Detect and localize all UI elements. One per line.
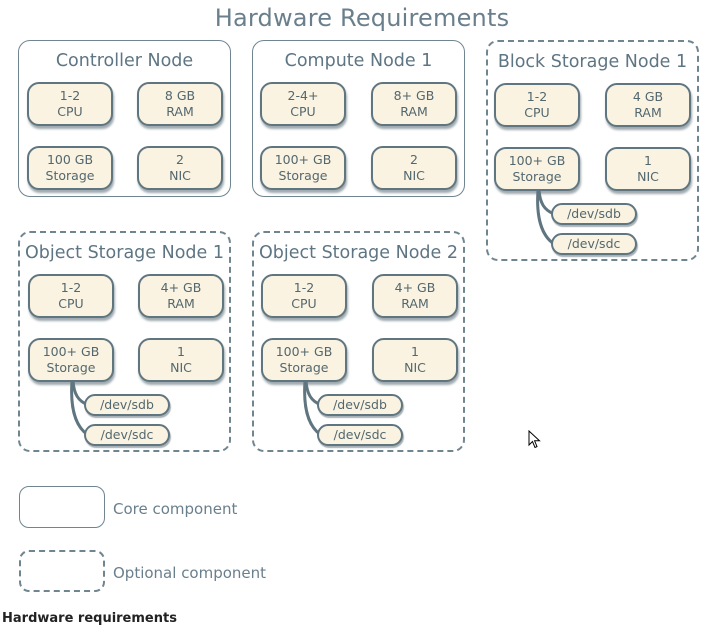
ram-component: 8 GB RAM: [137, 82, 223, 126]
node-title: Object Storage Node 2: [259, 243, 458, 263]
legend-core-swatch: [19, 486, 105, 528]
block-storage-node-1: Block Storage Node 1 1-2 CPU 4 GB RAM 100+…: [486, 40, 699, 261]
nic-component: 1 NIC: [605, 147, 691, 191]
disk-sdc: /dev/sdc: [317, 424, 403, 446]
cpu-component: 1-2 CPU: [494, 83, 580, 127]
object-storage-node-2: Object Storage Node 2 1-2 CPU 4+ GB RAM 10…: [252, 231, 465, 452]
object-storage-node-1: Object Storage Node 1 1-2 CPU 4+ GB RAM 10…: [18, 231, 231, 452]
cpu-component: 1-2 CPU: [27, 82, 113, 126]
storage-component: 100+ GB Storage: [28, 338, 114, 382]
disk-sdc: /dev/sdc: [84, 424, 170, 446]
storage-component: 100+ GB Storage: [260, 146, 346, 190]
nic-component: 1 NIC: [372, 338, 458, 382]
nic-component: 1 NIC: [138, 338, 224, 382]
cpu-component: 1-2 CPU: [28, 274, 114, 318]
storage-component: 100+ GB Storage: [494, 147, 580, 191]
ram-component: 4+ GB RAM: [372, 274, 458, 318]
node-title: Compute Node 1: [284, 51, 433, 71]
ram-component: 8+ GB RAM: [371, 82, 457, 126]
node-title: Block Storage Node 1: [497, 52, 688, 72]
figure-caption: Hardware requirements: [2, 611, 177, 626]
diagram-title: Hardware Requirements: [214, 4, 510, 32]
nic-component: 2 NIC: [371, 146, 457, 190]
disk-sdb: /dev/sdb: [84, 394, 170, 416]
ram-component: 4 GB RAM: [605, 83, 691, 127]
controller-node: Controller Node 1-2 CPU 8 GB RAM 100 GB Sto…: [18, 40, 231, 197]
cpu-component: 1-2 CPU: [261, 274, 347, 318]
disk-sdb: /dev/sdb: [551, 203, 637, 225]
node-title: Controller Node: [55, 51, 194, 71]
mouse-cursor-icon: [528, 430, 541, 449]
disk-sdb: /dev/sdb: [317, 394, 403, 416]
legend-optional-label: Optional component: [113, 564, 267, 582]
disk-sdc: /dev/sdc: [551, 233, 637, 255]
storage-component: 100+ GB Storage: [261, 338, 347, 382]
ram-component: 4+ GB RAM: [138, 274, 224, 318]
cpu-component: 2-4+ CPU: [260, 82, 346, 126]
legend-core-label: Core component: [113, 500, 238, 518]
nic-component: 2 NIC: [137, 146, 223, 190]
compute-node-1: Compute Node 1 2-4+ CPU 8+ GB RAM 100+ GB S…: [252, 40, 465, 197]
legend-optional-swatch: [19, 550, 105, 592]
node-title: Object Storage Node 1: [25, 243, 224, 263]
storage-component: 100 GB Storage: [27, 146, 113, 190]
